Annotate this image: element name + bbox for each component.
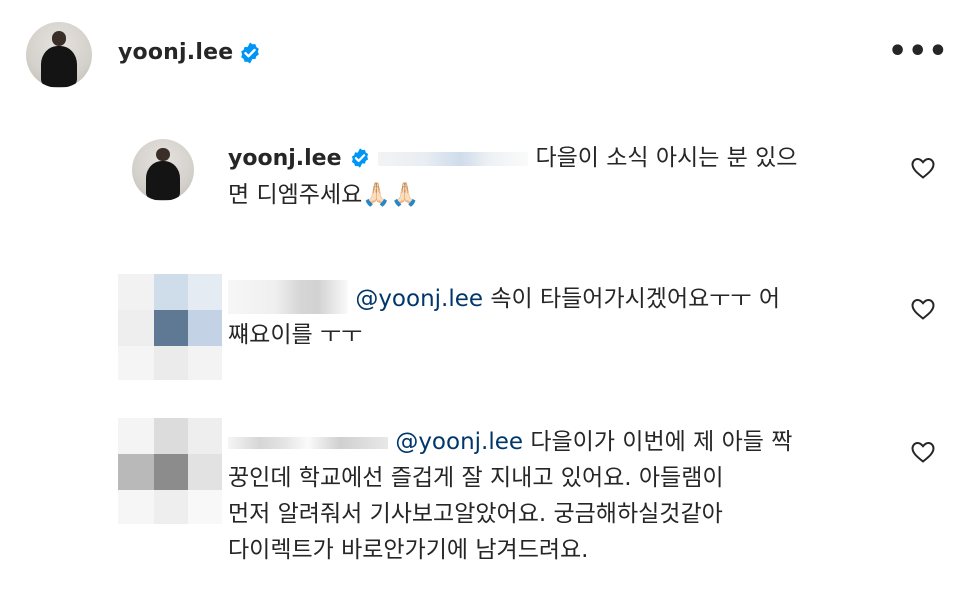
blurred-username bbox=[228, 280, 348, 314]
like-heart-icon[interactable] bbox=[910, 440, 936, 464]
blur-cell bbox=[118, 490, 154, 524]
comment-body: @yoonj.lee 속이 타들어가시겠어요ㅜㅜ 어 쨰요이를 ㅜㅜ bbox=[228, 280, 888, 353]
blur-cell bbox=[154, 346, 188, 380]
comment-text-line1: 속이 타들어가시겠어요ㅜㅜ 어 bbox=[490, 286, 781, 312]
profile-avatar[interactable] bbox=[26, 22, 92, 88]
comment-text-line2: 꿍인데 학교에선 즐겁게 잘 지내고 있어요. 아들램이 bbox=[228, 465, 724, 491]
blurred-avatar bbox=[118, 418, 222, 524]
blur-cell bbox=[188, 490, 222, 524]
mention-link[interactable]: @yoonj.lee bbox=[395, 429, 523, 455]
avatar-figure-head bbox=[51, 31, 67, 46]
blur-cell bbox=[154, 490, 188, 524]
comment-body: @yoonj.lee 다을이가 이번에 제 아들 짝 꿍인데 학교에선 즐겁게 … bbox=[228, 424, 898, 568]
blur-cell bbox=[154, 274, 188, 310]
blur-cell bbox=[118, 454, 154, 490]
avatar-figure-body bbox=[145, 161, 181, 200]
like-heart-icon[interactable] bbox=[910, 156, 936, 180]
blurred-username bbox=[228, 436, 388, 449]
header-username[interactable]: yoonj.lee bbox=[118, 40, 233, 65]
comment-text-line3: 먼저 알려줘서 기사보고알았어요. 궁금해하실것같아 bbox=[228, 501, 723, 527]
comment-2: @yoonj.lee 속이 타들어가시겠어요ㅜㅜ 어 쨰요이를 ㅜㅜ bbox=[0, 268, 960, 388]
comment-text-line2: 쨰요이를 ㅜㅜ bbox=[228, 322, 363, 348]
comment-1: yoonj.lee 다을이 소식 아시는 분 있으 면 디엠주세요🙏🏻🙏🏻 bbox=[0, 130, 960, 240]
blur-cell bbox=[118, 274, 154, 310]
blur-cell bbox=[188, 310, 222, 346]
blurred-avatar bbox=[118, 274, 222, 380]
blur-cell bbox=[118, 346, 154, 380]
avatar-figure-head bbox=[156, 147, 170, 162]
avatar-figure-body bbox=[40, 45, 78, 87]
blur-cell bbox=[188, 274, 222, 310]
verified-badge-icon bbox=[238, 41, 262, 69]
blur-cell bbox=[154, 418, 188, 454]
blur-cell bbox=[188, 454, 222, 490]
blur-cell bbox=[154, 454, 188, 490]
verified-badge-icon bbox=[349, 141, 371, 177]
comment-text-line4: 다이렉트가 바로안가기에 남겨드려요. bbox=[228, 537, 589, 563]
comment-body: yoonj.lee 다을이 소식 아시는 분 있으 면 디엠주세요🙏🏻🙏🏻 bbox=[228, 140, 888, 213]
post-header: yoonj.lee ••• bbox=[0, 0, 960, 110]
blurred-mention bbox=[378, 151, 529, 166]
comment-avatar[interactable] bbox=[132, 139, 194, 201]
blur-cell bbox=[118, 310, 154, 346]
mention-link[interactable]: @yoonj.lee bbox=[355, 286, 483, 312]
comment-text-line1: 다을이 소식 아시는 분 있으 bbox=[535, 145, 798, 171]
comment-text-line1: 다을이가 이번에 제 아들 짝 bbox=[530, 429, 793, 455]
blur-cell bbox=[154, 310, 188, 346]
blur-cell bbox=[188, 418, 222, 454]
comment-3: @yoonj.lee 다을이가 이번에 제 아들 짝 꿍인데 학교에선 즐겁게 … bbox=[0, 412, 960, 582]
more-options-icon[interactable]: ••• bbox=[888, 37, 948, 68]
blur-cell bbox=[188, 346, 222, 380]
like-heart-icon[interactable] bbox=[910, 297, 936, 321]
pray-emoji: 🙏🏻🙏🏻 bbox=[362, 182, 420, 208]
comment-username[interactable]: yoonj.lee bbox=[228, 146, 342, 171]
blur-cell bbox=[118, 418, 154, 454]
comment-text-line2: 면 디엠주세요 bbox=[228, 182, 363, 208]
